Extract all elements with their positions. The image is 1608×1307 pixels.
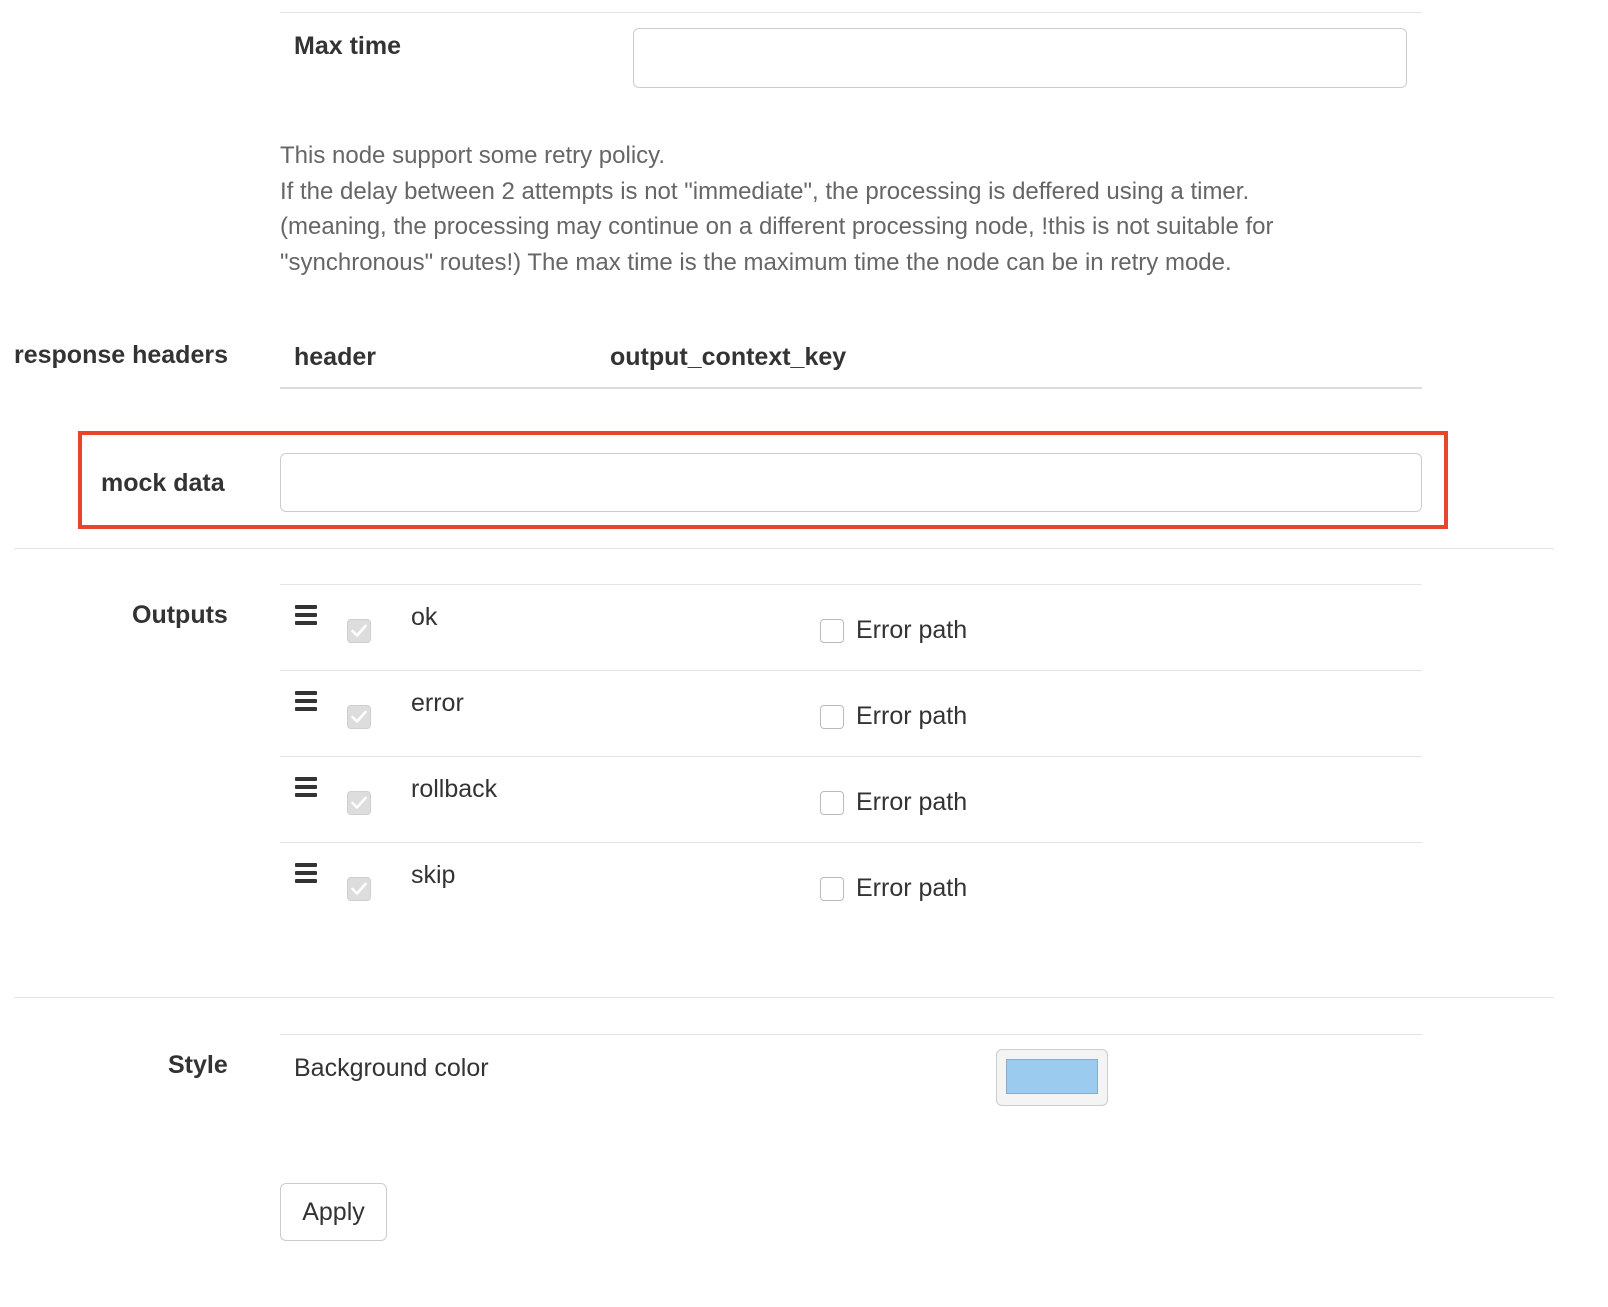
error-path-label: Error path <box>856 702 968 730</box>
style-row-divider <box>280 1034 1422 1035</box>
background-color-picker[interactable] <box>996 1049 1108 1106</box>
top-divider <box>280 12 1422 13</box>
header-column-title: header <box>294 343 376 371</box>
error-path-label: Error path <box>856 616 968 644</box>
error-path-checkbox[interactable] <box>820 619 844 643</box>
max-time-input[interactable] <box>633 28 1407 88</box>
error-path-label: Error path <box>856 874 968 902</box>
output-enabled-checkbox[interactable] <box>347 791 371 815</box>
output-name: ok <box>411 603 438 631</box>
response-headers-table-divider <box>280 387 1422 389</box>
outputs-row-divider <box>280 756 1422 757</box>
mock-data-input[interactable] <box>280 453 1422 512</box>
retry-help-line: "synchronous" routes!) The max time is t… <box>280 248 1232 276</box>
background-color-label: Background color <box>294 1054 489 1082</box>
error-path-label: Error path <box>856 788 968 816</box>
max-time-label: Max time <box>294 32 401 60</box>
drag-handle-icon[interactable] <box>295 691 317 711</box>
retry-help-line: If the delay between 2 attempts is not "… <box>280 177 1250 205</box>
output-name: rollback <box>411 775 498 803</box>
drag-handle-icon[interactable] <box>295 777 317 797</box>
drag-handle-icon[interactable] <box>295 605 317 625</box>
outputs-row-divider <box>280 584 1422 585</box>
retry-help-line: (meaning, the processing may continue on… <box>280 213 1274 240</box>
section-divider <box>14 548 1554 549</box>
error-path-checkbox[interactable] <box>820 791 844 815</box>
retry-help-text: This node support some retry policy. If … <box>280 138 1273 280</box>
outputs-row-divider <box>280 842 1422 843</box>
output-enabled-checkbox[interactable] <box>347 619 371 643</box>
drag-handle-icon[interactable] <box>295 863 317 883</box>
output-enabled-checkbox[interactable] <box>347 877 371 901</box>
mock-data-label: mock data <box>101 469 225 497</box>
style-label: Style <box>168 1051 228 1079</box>
output-name: skip <box>411 861 456 889</box>
error-path-checkbox[interactable] <box>820 877 844 901</box>
retry-help-line: This node support some retry policy. <box>280 142 666 169</box>
outputs-label: Outputs <box>132 601 228 629</box>
outputs-row-divider <box>280 670 1422 671</box>
background-color-swatch <box>1006 1059 1098 1094</box>
output-name: error <box>411 689 464 717</box>
response-headers-label: response headers <box>14 341 228 369</box>
output-enabled-checkbox[interactable] <box>347 705 371 729</box>
output-context-key-column-title: output_context_key <box>610 343 847 371</box>
apply-button[interactable]: Apply <box>280 1183 387 1241</box>
error-path-checkbox[interactable] <box>820 705 844 729</box>
section-divider <box>14 997 1554 998</box>
